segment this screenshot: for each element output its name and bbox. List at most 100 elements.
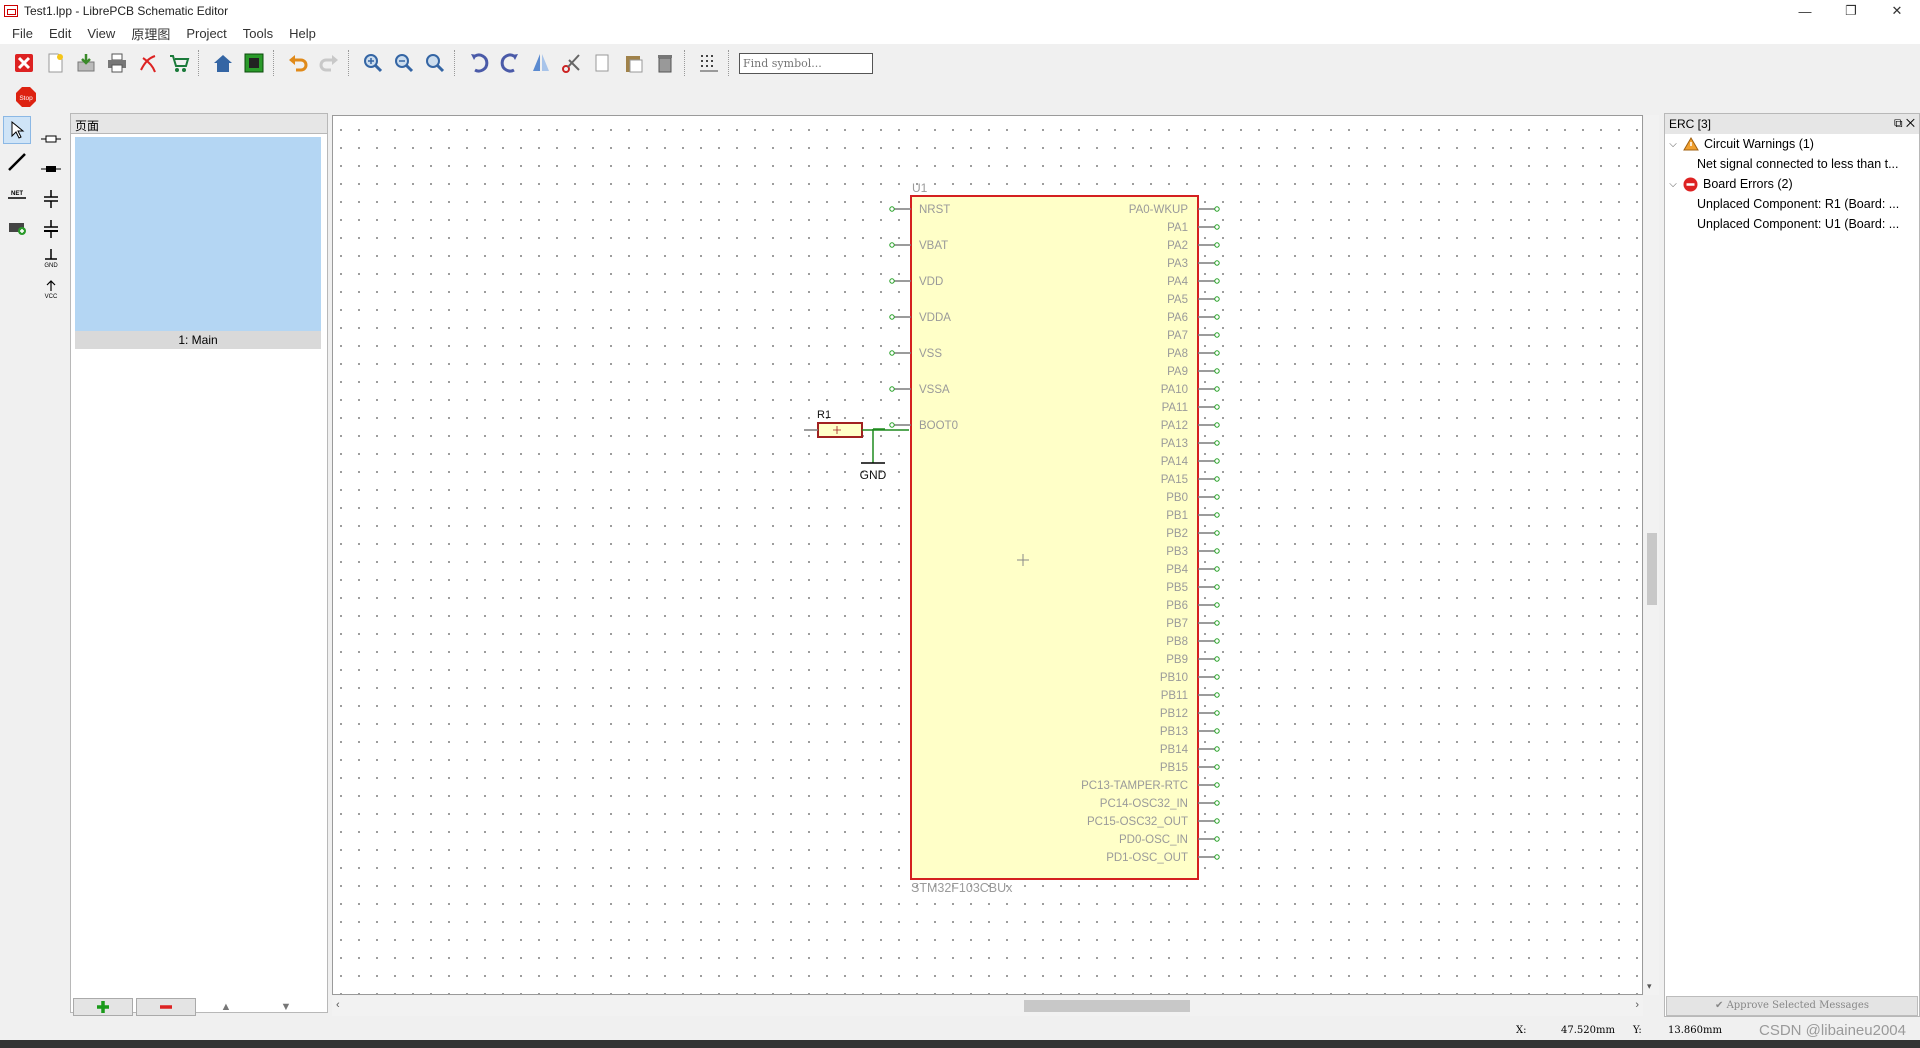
u1-pin-label: PB15 (1160, 762, 1188, 774)
erc-panel: ERC [3] ⧉ ✕ ⌵ Circuit Warnings (1) Net s… (1664, 113, 1920, 1017)
wire-icon (8, 153, 26, 171)
erc-group-warnings[interactable]: ⌵ Circuit Warnings (1) (1665, 134, 1919, 154)
scroll-down-icon[interactable]: ▾ (1647, 981, 1652, 992)
u1-pin-end (1214, 602, 1220, 608)
redo-button[interactable] (315, 49, 343, 77)
board-editor-button[interactable] (240, 49, 268, 77)
mirror-button[interactable] (527, 49, 555, 77)
u1-pin-end (1214, 350, 1220, 356)
vertical-scrollbar[interactable]: ▾ (1644, 115, 1659, 995)
app-icon (4, 5, 18, 17)
add-capacitor-button[interactable] (36, 184, 66, 214)
u1-pin-label: PD0-OSC_IN (1119, 834, 1188, 846)
erc-message[interactable]: Net signal connected to less than t... (1665, 154, 1919, 174)
u1-pin-label: PA0-WKUP (1129, 204, 1189, 216)
resistor-icon (41, 135, 61, 143)
u1-pin-end (1214, 818, 1220, 824)
collapse-icon[interactable]: ⌵ (1667, 139, 1679, 150)
tools-toolbar: NET (0, 112, 34, 1012)
close-project-icon (15, 54, 33, 72)
menu-schematic[interactable]: 原理图 (123, 24, 178, 43)
add-netlabel-tool[interactable]: NET (3, 180, 31, 208)
menu-file[interactable]: File (4, 26, 41, 41)
stop-button[interactable]: Stop (12, 83, 40, 111)
u1-pin-label: PB2 (1166, 528, 1188, 540)
scroll-right-icon[interactable]: › (1635, 999, 1639, 1011)
minimize-button[interactable]: — (1782, 0, 1828, 22)
menu-view[interactable]: View (79, 26, 123, 41)
control-panel-button[interactable] (209, 49, 237, 77)
erc-dock-controls[interactable]: ⧉ ✕ (1894, 116, 1915, 131)
close-window-button[interactable]: ✕ (1874, 0, 1920, 22)
u1-pin-label: PA8 (1167, 348, 1188, 360)
u1-pin-end (1214, 674, 1220, 680)
remove-page-button[interactable] (136, 998, 196, 1016)
u1-pin-end (1214, 458, 1220, 464)
maximize-button[interactable]: ❐ (1828, 0, 1874, 22)
remove-button[interactable] (651, 49, 679, 77)
scroll-left-icon[interactable]: ‹ (336, 999, 340, 1011)
erc-group-errors[interactable]: ⌵ Board Errors (2) (1665, 174, 1919, 194)
zoom-out-button[interactable] (390, 49, 418, 77)
u1-pin-label: VBAT (919, 240, 948, 252)
add-vcc-button[interactable]: VCC (36, 274, 66, 304)
u1-pin-end (889, 350, 895, 356)
rotate-cw-button[interactable] (496, 49, 524, 77)
undo-button[interactable] (284, 49, 312, 77)
erc-message-text: Unplaced Component: U1 (Board: ... (1697, 217, 1900, 231)
vertical-scroll-thumb[interactable] (1647, 533, 1657, 605)
erc-message-text: Net signal connected to less than t... (1697, 157, 1899, 171)
add-gnd-button[interactable]: GND (36, 244, 66, 274)
order-pcb-button[interactable] (165, 49, 193, 77)
component-icon (9, 223, 26, 235)
paste-icon (626, 56, 643, 73)
draw-wire-tool[interactable] (3, 148, 31, 176)
zoom-in-icon (364, 54, 383, 73)
horizontal-scroll-thumb[interactable] (1024, 1000, 1190, 1012)
u1-pin-label: PB8 (1166, 636, 1188, 648)
zoom-fit-button[interactable] (421, 49, 449, 77)
print-button[interactable] (103, 49, 131, 77)
select-tool[interactable] (3, 116, 31, 144)
menu-tools[interactable]: Tools (235, 26, 281, 41)
u1-pin-label: PA10 (1161, 384, 1188, 396)
add-inductor-button[interactable] (36, 154, 66, 184)
move-page-down-button[interactable]: ▼ (256, 1001, 316, 1013)
paste-button[interactable] (620, 49, 648, 77)
save-button[interactable] (72, 49, 100, 77)
u1-pin-label: PB6 (1166, 600, 1188, 612)
add-component-tool[interactable] (3, 212, 31, 240)
horizontal-scrollbar[interactable]: ‹ › (332, 996, 1643, 1016)
menu-help[interactable]: Help (281, 26, 324, 41)
export-pdf-button[interactable] (134, 49, 162, 77)
add-page-button[interactable] (73, 998, 133, 1016)
menu-project[interactable]: Project (178, 26, 234, 41)
erc-message[interactable]: Unplaced Component: R1 (Board: ... (1665, 194, 1919, 214)
erc-message[interactable]: Unplaced Component: U1 (Board: ... (1665, 214, 1919, 234)
u1-pin-label: PA11 (1162, 402, 1188, 414)
zoom-in-button[interactable] (359, 49, 387, 77)
new-button[interactable] (41, 49, 69, 77)
approve-selected-messages-button[interactable]: ✔ Approve Selected Messages (1666, 996, 1918, 1016)
u1-pin-label: PB1 (1166, 510, 1188, 522)
page-thumbnail-main[interactable]: 1: Main (75, 137, 321, 349)
grid-properties-button[interactable] (695, 49, 723, 77)
menu-edit[interactable]: Edit (41, 26, 79, 41)
erc-title: ERC [3] (1669, 117, 1712, 131)
schematic-canvas[interactable]: U1 STM32F103CBUx NRST VBAT VDD VDDA VSS VSSA B… (332, 115, 1643, 995)
find-symbol-input[interactable] (739, 52, 873, 74)
cut-button[interactable] (558, 49, 586, 77)
copy-button[interactable] (589, 49, 617, 77)
add-resistor-button[interactable] (36, 124, 66, 154)
cursor-x-label: X: (1516, 1025, 1527, 1036)
undo-icon (289, 55, 308, 72)
rotate-ccw-icon (471, 53, 489, 73)
add-polarized-capacitor-button[interactable] (36, 214, 66, 244)
rotate-ccw-button[interactable] (465, 49, 493, 77)
collapse-icon[interactable]: ⌵ (1667, 179, 1679, 190)
move-page-up-button[interactable]: ▲ (196, 1001, 256, 1013)
close-project-button[interactable] (10, 49, 38, 77)
u1-body[interactable] (910, 195, 1199, 880)
page-buttons: ▲ ▼ (70, 996, 328, 1018)
u1-pin-label: PB5 (1166, 582, 1188, 594)
